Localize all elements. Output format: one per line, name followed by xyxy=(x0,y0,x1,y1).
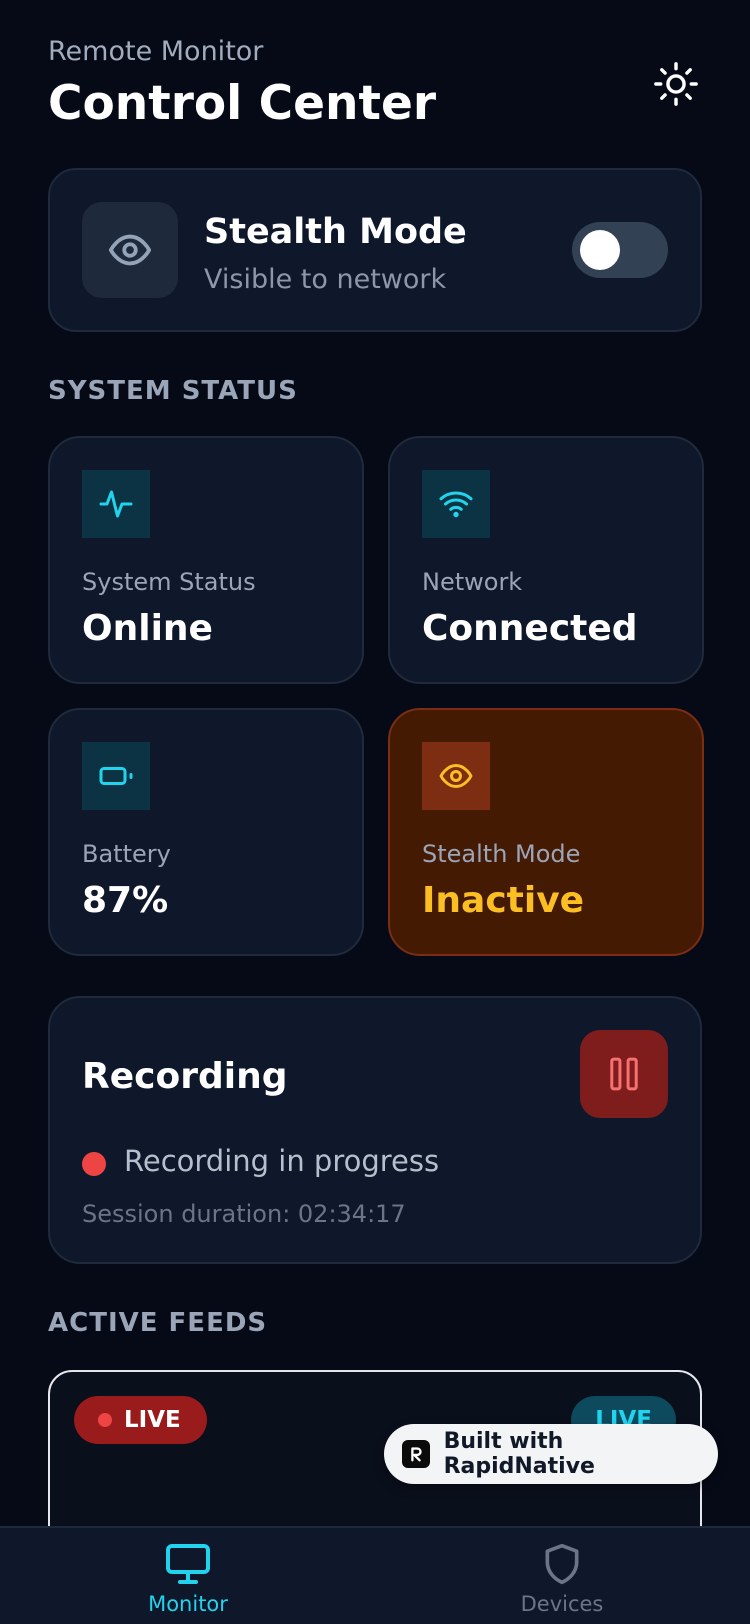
eye-icon xyxy=(108,234,152,266)
activity-icon xyxy=(99,490,133,518)
stat-label: Stealth Mode xyxy=(422,840,581,868)
stat-label: System Status xyxy=(82,568,256,596)
pause-recording-button[interactable] xyxy=(580,1030,668,1118)
live-badge-label: LIVE xyxy=(124,1407,181,1433)
live-dot xyxy=(98,1413,112,1427)
recording-card: Recording Recording in progress Session … xyxy=(48,996,702,1264)
app-subtitle: Remote Monitor xyxy=(48,36,264,67)
bottom-navigation: Monitor Devices xyxy=(0,1526,750,1624)
stat-card-stealth-mode: Stealth Mode Inactive xyxy=(388,708,704,956)
recording-title: Recording xyxy=(82,1056,288,1097)
nav-item-monitor[interactable]: Monitor xyxy=(88,1542,288,1616)
stat-label: Battery xyxy=(82,840,171,868)
stat-value: Connected xyxy=(422,608,638,649)
stealth-mode-subtitle: Visible to network xyxy=(204,264,447,295)
nav-label-devices: Devices xyxy=(520,1592,604,1616)
rapidnative-logo-icon xyxy=(402,1440,430,1468)
session-duration: Session duration: 02:34:17 xyxy=(82,1200,406,1228)
stat-icon-box xyxy=(422,470,490,538)
stat-icon-box xyxy=(82,742,150,810)
system-status-heading: SYSTEM STATUS xyxy=(48,376,298,406)
shield-icon xyxy=(545,1543,579,1585)
monitor-icon xyxy=(166,1544,210,1584)
active-feeds-heading: ACTIVE FEEDS xyxy=(48,1308,268,1338)
sun-icon xyxy=(654,62,698,106)
built-with-label: Built with RapidNative xyxy=(443,1429,595,1479)
toggle-knob xyxy=(580,230,620,270)
screen: Remote Monitor Control Center Stealth Mo… xyxy=(0,0,750,1624)
stat-card-network: Network Connected xyxy=(388,436,704,684)
header: Remote Monitor Control Center xyxy=(48,34,708,136)
stat-value: 87% xyxy=(82,880,169,921)
battery-icon xyxy=(99,767,133,785)
nav-label-monitor: Monitor xyxy=(148,1592,228,1616)
theme-toggle-button[interactable] xyxy=(650,58,702,110)
stat-value: Online xyxy=(82,608,213,649)
stat-icon-box xyxy=(422,742,490,810)
stat-card-system-status: System Status Online xyxy=(48,436,364,684)
built-with-badge[interactable]: Built with RapidNative xyxy=(384,1424,718,1484)
page-title: Control Center xyxy=(48,76,437,131)
stat-value: Inactive xyxy=(422,880,585,921)
stealth-mode-card: Stealth Mode Visible to network xyxy=(48,168,702,332)
eye-icon xyxy=(439,764,473,788)
recording-indicator-dot xyxy=(82,1152,106,1176)
pause-icon xyxy=(610,1057,638,1091)
stat-card-battery: Battery 87% xyxy=(48,708,364,956)
stat-label: Network xyxy=(422,568,523,596)
nav-item-devices[interactable]: Devices xyxy=(462,1542,662,1616)
recording-status: Recording in progress xyxy=(124,1144,440,1178)
live-badge: LIVE xyxy=(74,1396,207,1444)
stealth-icon-box xyxy=(82,202,178,298)
stealth-mode-toggle[interactable] xyxy=(572,222,668,278)
stealth-mode-title: Stealth Mode xyxy=(204,212,467,252)
stat-icon-box xyxy=(82,470,150,538)
wifi-icon xyxy=(439,491,473,518)
